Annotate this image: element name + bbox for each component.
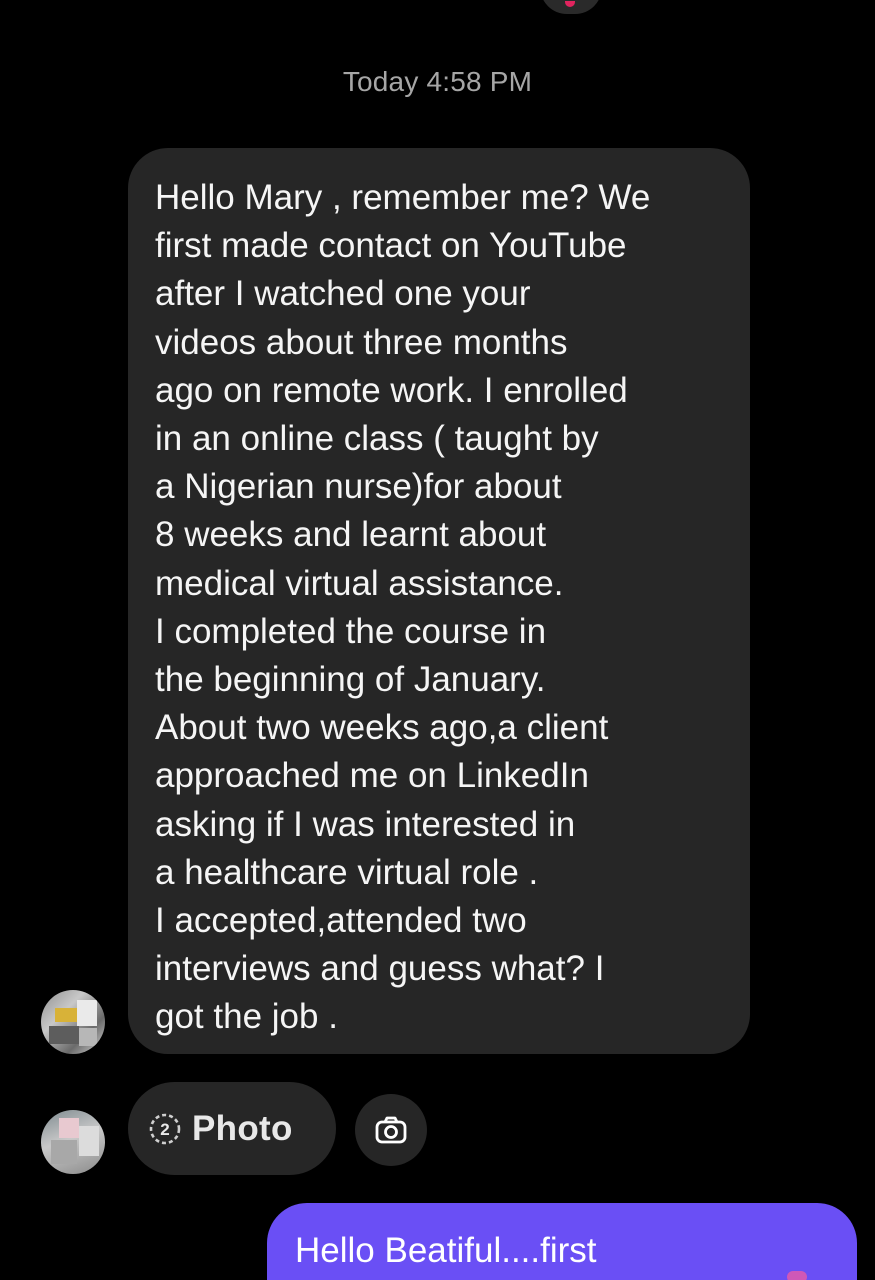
message-line: About two weeks ago,a client <box>155 708 609 748</box>
message-line: in an online class ( taught by <box>155 419 599 459</box>
message-line: got the job . <box>155 997 338 1037</box>
message-line: after I watched one your <box>155 274 531 314</box>
photo-count: 2 <box>160 1120 169 1139</box>
message-line: a Nigerian nurse)for about <box>155 467 562 507</box>
message-line: ago on remote work. I enrolled <box>155 370 628 410</box>
message-line: medical virtual assistance. <box>155 563 564 603</box>
sent-message-bubble[interactable]: Hello Beatiful....first <box>267 1203 857 1280</box>
message-line: I accepted,attended two <box>155 901 527 941</box>
sent-message-text: Hello Beatiful....first <box>295 1231 597 1270</box>
camera-icon <box>375 1116 407 1144</box>
message-line: the beginning of January. <box>155 660 546 700</box>
message-timestamp: Today 4:58 PM <box>342 66 533 97</box>
message-line: 8 weeks and learnt about <box>155 515 547 555</box>
message-line: approached me on LinkedIn <box>155 756 589 796</box>
heart-reaction-icon <box>565 1 575 7</box>
previous-reaction-bubble <box>540 0 602 14</box>
message-line: a healthcare virtual role . <box>155 852 539 892</box>
message-line: first made contact on YouTube <box>155 226 627 266</box>
message-line: I completed the course in <box>155 611 547 651</box>
message-line: interviews and guess what? I <box>155 949 605 989</box>
photo-count-icon: 2 <box>149 1113 181 1144</box>
reaction-hint-icon <box>787 1271 807 1280</box>
sender-avatar[interactable] <box>41 990 105 1054</box>
photo-attachment-button[interactable]: 2 Photo <box>128 1082 336 1175</box>
camera-button[interactable] <box>355 1094 427 1166</box>
message-line: videos about three months <box>155 322 568 362</box>
photo-label: Photo <box>192 1108 293 1148</box>
message-line: asking if I was interested in <box>155 804 576 844</box>
received-message-bubble[interactable]: Hello Mary , remember me? We first made … <box>128 148 750 1054</box>
sender-avatar[interactable] <box>41 1110 105 1174</box>
message-line: Hello Mary , remember me? We <box>155 178 651 217</box>
